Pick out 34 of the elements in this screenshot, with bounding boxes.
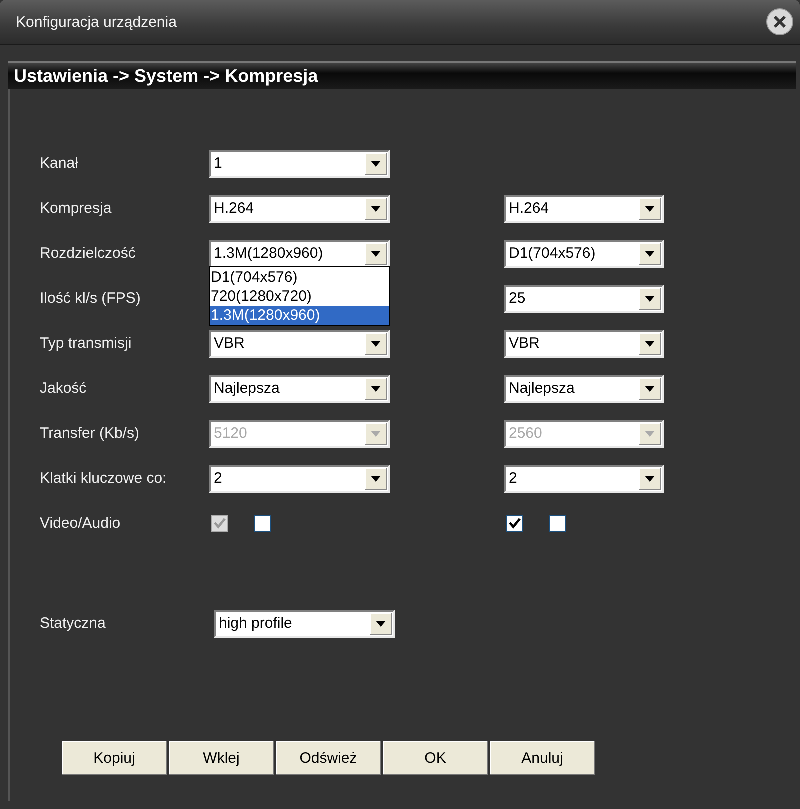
- dropdown[interactable]: 1: [209, 150, 390, 178]
- dropdown[interactable]: 2: [209, 464, 390, 492]
- field-label: Ilość kl/s (FPS): [40, 290, 142, 307]
- dialog-button[interactable]: OK: [383, 741, 488, 775]
- window-title: Konfiguracja urządzenia: [16, 14, 177, 30]
- field-label: Jakość: [40, 380, 88, 397]
- field-label: Klatki kluczowe co:: [40, 470, 168, 487]
- field-label: Transfer (Kb/s): [40, 425, 140, 442]
- checkbox[interactable]: [506, 515, 523, 532]
- checkbox[interactable]: [254, 515, 271, 532]
- dropdown[interactable]: H.264: [209, 194, 390, 222]
- field-label: Kompresja: [40, 200, 113, 217]
- dropdown[interactable]: H.264: [504, 194, 664, 222]
- field-label: Typ transmisji: [40, 335, 133, 352]
- close-icon[interactable]: [766, 8, 794, 36]
- dropdown-option[interactable]: 1.3M(1280x960): [210, 306, 389, 324]
- checkbox[interactable]: [549, 515, 566, 532]
- dropdown[interactable]: high profile: [214, 610, 395, 638]
- dialog-button[interactable]: Odśwież: [276, 741, 381, 775]
- breadcrumb: Ustawienia -> System -> Kompresja: [8, 61, 796, 89]
- dropdown[interactable]: Najlepsza: [209, 374, 390, 402]
- dialog-button[interactable]: Kopiuj: [62, 741, 167, 775]
- dialog-button[interactable]: Anuluj: [490, 741, 595, 775]
- field-label: Video/Audio: [40, 515, 122, 532]
- dropdown[interactable]: D1(704x576): [504, 240, 664, 268]
- dialog-button[interactable]: Wklej: [169, 741, 274, 775]
- field-label: Statyczna: [40, 615, 107, 632]
- field-label: Rozdzielczość: [40, 245, 137, 262]
- dropdown[interactable]: 25: [504, 284, 664, 312]
- dropdown[interactable]: VBR: [504, 330, 664, 358]
- dropdown[interactable]: Najlepsza: [504, 374, 664, 402]
- dropdown[interactable]: VBR: [209, 330, 390, 358]
- field-label: Kanał: [40, 155, 80, 172]
- dropdown[interactable]: 2: [504, 464, 664, 492]
